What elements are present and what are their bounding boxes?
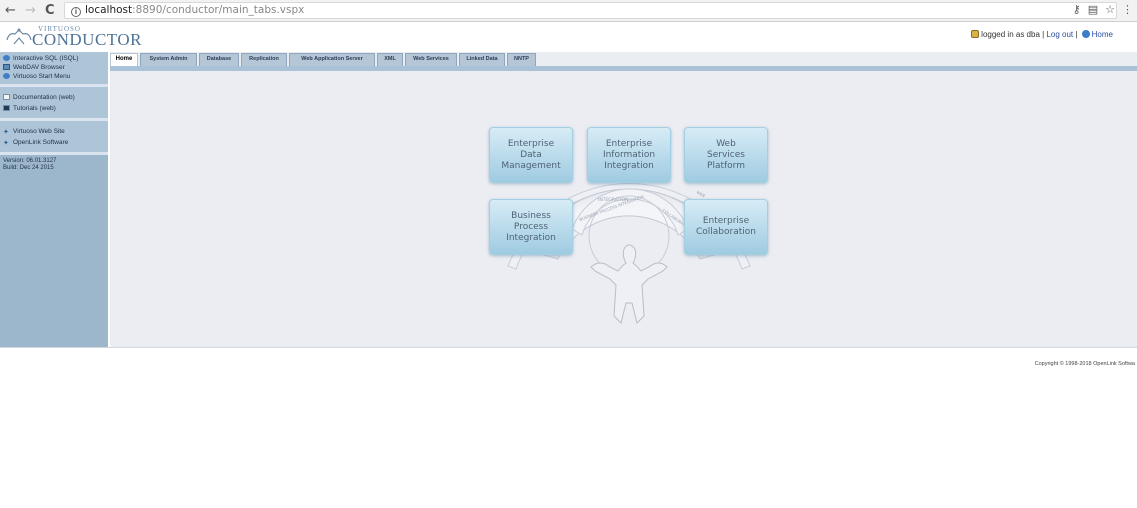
- box-web-services-platform[interactable]: Web Services Platform: [684, 127, 768, 183]
- sql-icon: [3, 55, 10, 61]
- tab-nntp[interactable]: NNTP: [507, 53, 536, 66]
- sidebar-item-tutorials[interactable]: Tutorials (web): [3, 103, 108, 114]
- tab-replication[interactable]: Replication: [241, 53, 287, 66]
- login-status: logged in as dba | Log out | Home: [971, 30, 1113, 39]
- sidebar-item-webdav[interactable]: WebDAV Browser: [3, 63, 108, 72]
- logged-in-text: logged in as dba |: [981, 30, 1047, 39]
- home-icon[interactable]: [1081, 30, 1090, 38]
- home-link[interactable]: Home: [1092, 30, 1113, 39]
- version-info: Version: 06.01.3127 Build: Dec 24 2015: [0, 155, 108, 172]
- url-host: localhost: [85, 4, 133, 16]
- sidebar: Interactive SQL (ISQL) WebDAV Browser Vi…: [0, 52, 108, 348]
- sidebar-item-label: OpenLink Software: [13, 139, 69, 146]
- figure-illustration: [590, 244, 668, 324]
- tutorials-icon: [3, 105, 10, 111]
- version-line: Version: 06.01.3127: [3, 158, 57, 164]
- build-line: Build: Dec 24 2015: [3, 165, 54, 171]
- tab-xml[interactable]: XML: [377, 53, 403, 66]
- forward-icon[interactable]: →: [25, 3, 36, 19]
- translate-icon[interactable]: ▤: [1088, 3, 1098, 16]
- sidebar-item-label: WebDAV Browser: [13, 64, 65, 71]
- url-path: :8890/conductor/main_tabs.vspx: [132, 4, 305, 16]
- copyright-text: Copyright © 1998-2018 OpenLink Softwa: [1034, 361, 1135, 367]
- sidebar-item-label: Virtuoso Web Site: [13, 128, 65, 135]
- main-content: INTEGRATION BUSINESS PROCESS INTEGRATION…: [110, 71, 1137, 347]
- logout-link[interactable]: Log out: [1046, 30, 1073, 39]
- app-header: VIRTUOSO CONDUCTOR logged in as dba | Lo…: [0, 22, 1137, 50]
- sidebar-group-links: ✦ Virtuoso Web Site ✦ OpenLink Software: [0, 121, 108, 155]
- browser-actions: ⚷ ▤ ☆ ⋮: [1066, 3, 1133, 16]
- documentation-icon: [3, 94, 10, 100]
- sidebar-item-start-menu[interactable]: Virtuoso Start Menu: [3, 72, 108, 81]
- logo-big-text: CONDUCTOR: [32, 30, 142, 49]
- website-icon: ✦: [3, 129, 9, 136]
- tab-linked-data[interactable]: Linked Data: [459, 53, 505, 66]
- sidebar-item-isql[interactable]: Interactive SQL (ISQL): [3, 54, 108, 63]
- sidebar-item-website[interactable]: ✦ Virtuoso Web Site: [3, 126, 108, 137]
- box-enterprise-data-management[interactable]: Enterprise Data Management: [489, 127, 573, 183]
- sidebar-item-openlink[interactable]: ✦ OpenLink Software: [3, 137, 108, 148]
- sidebar-item-label: Interactive SQL (ISQL): [13, 55, 79, 62]
- footer-divider: [0, 347, 1137, 348]
- webdav-icon: [3, 64, 10, 70]
- tab-home[interactable]: Home: [110, 53, 138, 66]
- box-enterprise-collaboration[interactable]: Enterprise Collaboration: [684, 199, 768, 255]
- user-icon: [971, 30, 980, 38]
- arc-label-web: WEB: [696, 190, 707, 199]
- key-icon[interactable]: ⚷: [1073, 3, 1081, 16]
- sidebar-item-label: Tutorials (web): [13, 105, 56, 112]
- sidebar-item-label: Documentation (web): [13, 94, 75, 101]
- openlink-icon: ✦: [3, 140, 9, 147]
- info-icon[interactable]: i: [71, 7, 81, 17]
- tab-bar: Home System Admin Database Replication W…: [110, 52, 1137, 66]
- address-bar[interactable]: i localhost:8890/conductor/main_tabs.vspx: [64, 2, 1117, 19]
- star-icon[interactable]: ☆: [1105, 3, 1115, 16]
- tab-database[interactable]: Database: [199, 53, 239, 66]
- back-icon[interactable]: ←: [5, 3, 16, 19]
- start-menu-icon: [3, 73, 10, 79]
- conductor-logo[interactable]: VIRTUOSO CONDUCTOR: [5, 25, 141, 49]
- diagram-arcs: INTEGRATION BUSINESS PROCESS INTEGRATION…: [507, 183, 751, 324]
- box-business-process-integration[interactable]: Business Process Integration: [489, 199, 573, 255]
- tab-web-services[interactable]: Web Services: [405, 53, 457, 66]
- sidebar-group-tools: Interactive SQL (ISQL) WebDAV Browser Vi…: [0, 52, 108, 87]
- browser-toolbar: ← → C i localhost:8890/conductor/main_tab…: [0, 0, 1137, 22]
- reload-icon[interactable]: C: [45, 3, 55, 19]
- login-separator: |: [1073, 30, 1080, 39]
- tab-system-admin[interactable]: System Admin: [140, 53, 197, 66]
- logo-icon: [6, 28, 32, 45]
- tab-web-application-server[interactable]: Web Application Server: [289, 53, 375, 66]
- menu-icon[interactable]: ⋮: [1122, 3, 1133, 16]
- sidebar-item-documentation[interactable]: Documentation (web): [3, 92, 108, 103]
- box-enterprise-information-integration[interactable]: Enterprise Information Integration: [587, 127, 671, 183]
- sidebar-item-label: Virtuoso Start Menu: [13, 73, 71, 80]
- sidebar-group-docs: Documentation (web) Tutorials (web): [0, 87, 108, 121]
